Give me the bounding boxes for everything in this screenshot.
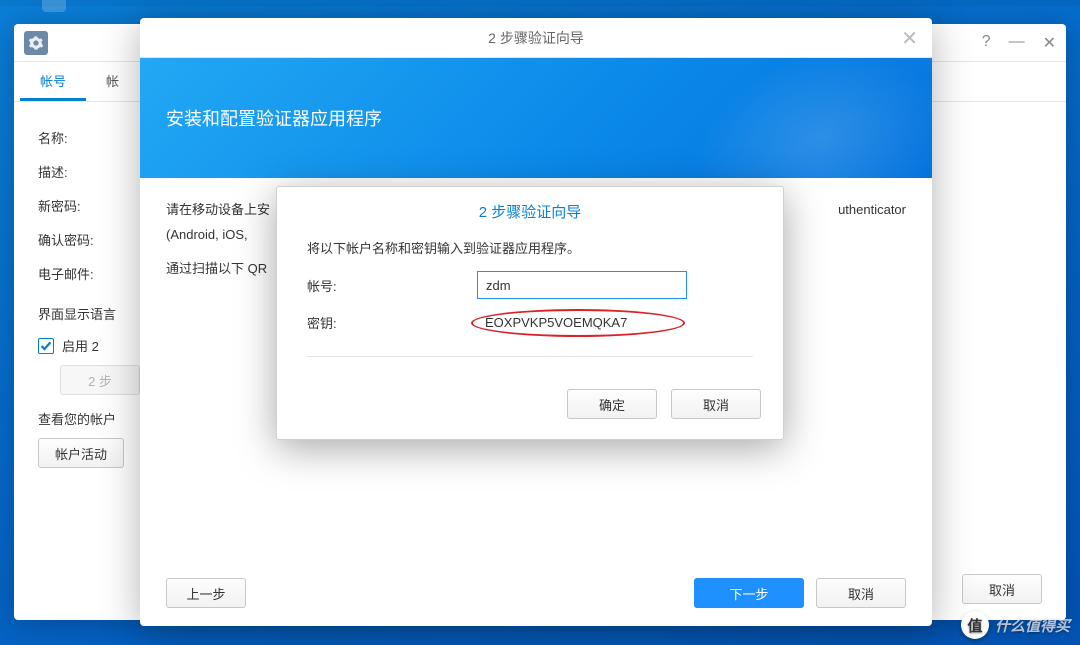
settings-window-controls: ? — ✕ (982, 33, 1056, 53)
dialog-body: 将以下帐户名称和密钥输入到验证器应用程序。 帐号: 密钥: EOXPVKP5VO… (277, 232, 783, 389)
wizard-line1-tail: uthenticator (838, 198, 906, 223)
dialog-key-value: EOXPVKP5VOEMQKA7 (477, 313, 635, 332)
desktop-taskbar (0, 0, 1080, 6)
btn-account-activity[interactable]: 帐户活动 (38, 438, 124, 468)
settings-app-icon (24, 31, 48, 55)
dialog-cancel-button[interactable]: 取消 (671, 389, 761, 419)
dialog-account-input[interactable] (477, 271, 687, 299)
tab-other[interactable]: 帐 (86, 62, 139, 101)
wizard-title: 2 步骤验证向导 (488, 28, 584, 48)
label-display-lang: 界面显示语言 (38, 304, 116, 323)
dialog-divider (307, 356, 753, 357)
wizard-next-button[interactable]: 下一步 (694, 578, 804, 608)
settings-cancel-button[interactable]: 取消 (962, 574, 1042, 604)
dialog-instruction: 将以下帐户名称和密钥输入到验证器应用程序。 (307, 238, 753, 257)
label-name: 名称: (38, 128, 138, 147)
key-dialog: 2 步骤验证向导 将以下帐户名称和密钥输入到验证器应用程序。 帐号: 密钥: E… (276, 186, 784, 440)
checkbox-enable-2fa[interactable] (38, 338, 54, 354)
dialog-label-account: 帐号: (307, 276, 477, 295)
help-icon[interactable]: ? (982, 33, 991, 53)
dialog-title: 2 步骤验证向导 (277, 187, 783, 232)
label-email: 电子邮件: (38, 264, 138, 283)
taskbar-app-icon[interactable] (42, 0, 66, 12)
wizard-prev-button[interactable]: 上一步 (166, 578, 246, 608)
watermark-text: 什么值得买 (995, 615, 1070, 636)
label-desc: 描述: (38, 162, 138, 181)
close-icon[interactable]: ✕ (1043, 33, 1056, 53)
wizard-close-icon[interactable]: ✕ (901, 26, 918, 51)
label-confirm-password: 确认密码: (38, 230, 138, 249)
dialog-ok-button[interactable]: 确定 (567, 389, 657, 419)
watermark-icon: 值 (961, 611, 989, 639)
dialog-label-key: 密钥: (307, 313, 477, 332)
tab-account[interactable]: 帐号 (20, 62, 86, 101)
dialog-footer: 确定 取消 (277, 389, 783, 439)
highlight-oval (471, 309, 685, 337)
label-enable-2fa: 启用 2 (62, 336, 99, 355)
wizard-header: 安装和配置验证器应用程序 (140, 58, 932, 178)
wizard-line1: 请在移动设备上安 (166, 198, 270, 223)
wizard-cancel-button[interactable]: 取消 (816, 578, 906, 608)
watermark: 值 什么值得买 (961, 611, 1070, 639)
btn-two-step: 2 步 (60, 365, 140, 395)
wizard-titlebar: 2 步骤验证向导 ✕ (140, 18, 932, 58)
label-new-password: 新密码: (38, 196, 138, 215)
minimize-icon[interactable]: — (1009, 33, 1025, 53)
wizard-header-title: 安装和配置验证器应用程序 (166, 105, 382, 131)
wizard-footer: 上一步 下一步 取消 (166, 578, 906, 608)
